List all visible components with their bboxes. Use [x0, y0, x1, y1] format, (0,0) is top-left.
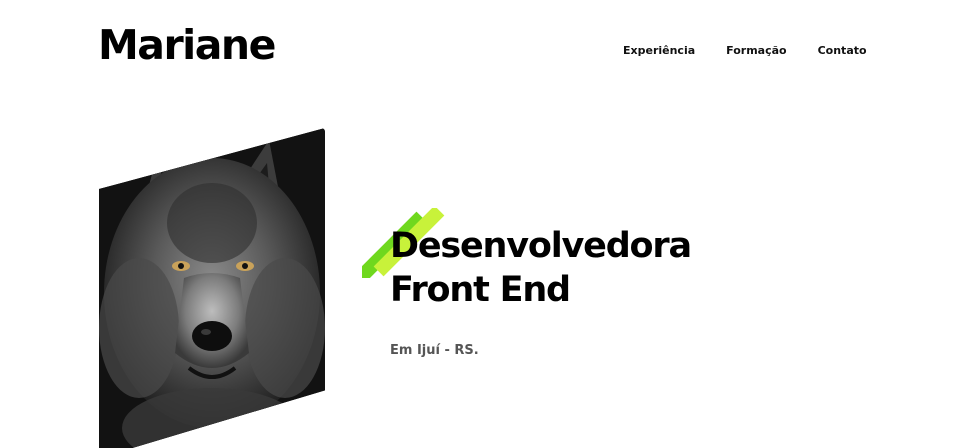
- site-logo[interactable]: Mariane: [98, 25, 276, 66]
- location-text: Em Ijuí - RS.: [390, 343, 479, 358]
- hero-title: Desenvolvedora Front End: [390, 224, 692, 312]
- hero-title-line1: Desenvolvedora: [390, 226, 692, 266]
- nav-link-formacao[interactable]: Formação: [726, 44, 786, 58]
- wolf-image: [99, 128, 325, 448]
- profile-photo: [99, 128, 325, 448]
- hero-title-line2: Front End: [390, 270, 571, 310]
- nav-link-experiencia[interactable]: Experiência: [623, 44, 695, 58]
- page: Mariane Experiência Formação Contato Des…: [0, 0, 958, 448]
- main-nav: Experiência Formação Contato: [623, 44, 867, 58]
- nav-link-contato[interactable]: Contato: [818, 44, 867, 58]
